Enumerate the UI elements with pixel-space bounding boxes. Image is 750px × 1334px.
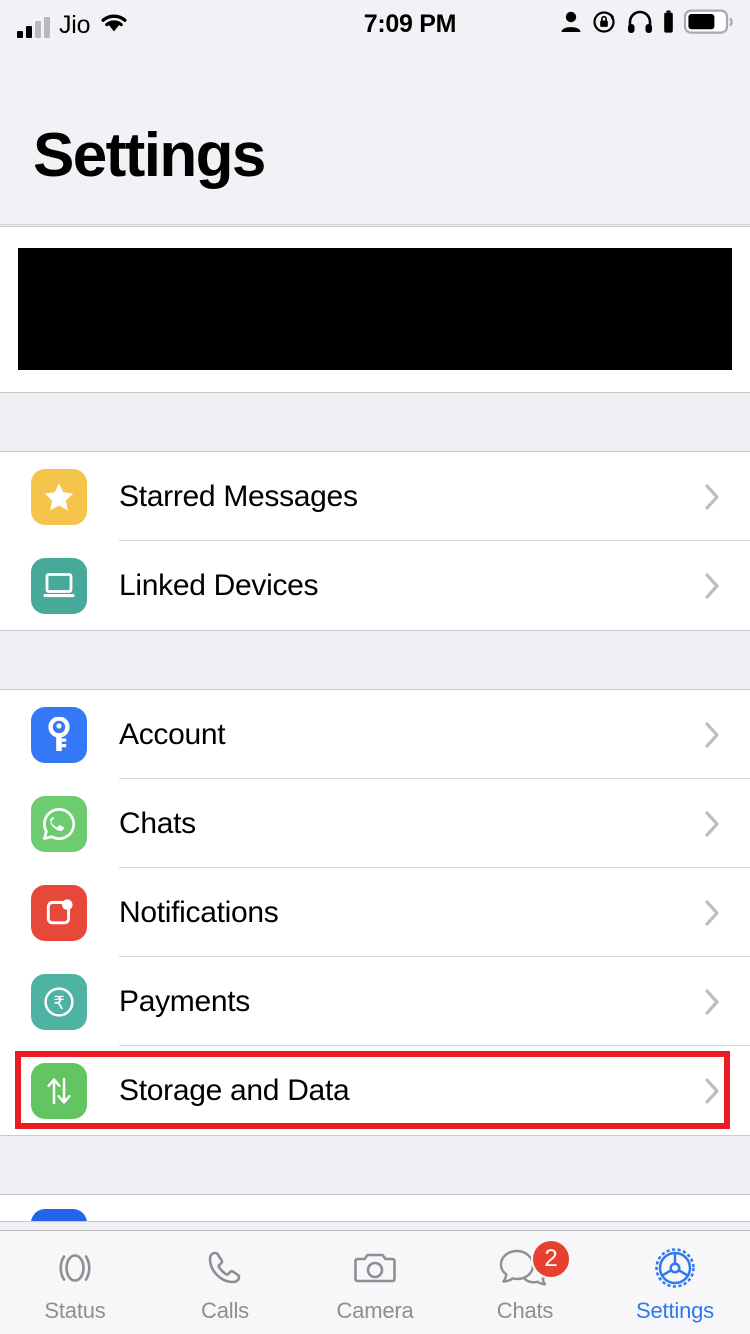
row-label: Storage and Data — [119, 1073, 350, 1107]
star-icon — [31, 468, 87, 525]
settings-row-account[interactable]: Account — [0, 690, 750, 779]
settings-row-partial[interactable] — [0, 1195, 750, 1221]
profile-row[interactable] — [0, 227, 750, 392]
row-label: Chats — [119, 806, 196, 840]
signal-bars-icon — [17, 16, 50, 38]
chats-unread-badge: 2 — [531, 1239, 571, 1279]
chat-bubbles-icon: 2 — [497, 1239, 571, 1293]
account-settings-group: Account Chats Notifications ₹ Payments S… — [0, 689, 750, 1136]
settings-list: Starred Messages Linked Devices Account … — [0, 226, 750, 1230]
row-label: Payments — [119, 984, 250, 1018]
group-gap — [0, 1136, 750, 1194]
tab-bar: Status Calls Camera 2 Chats Settings — [0, 1230, 750, 1334]
settings-row-linked-devices[interactable]: Linked Devices — [0, 541, 750, 630]
tab-label: Settings — [636, 1298, 714, 1323]
settings-row-chats[interactable]: Chats — [0, 779, 750, 868]
status-bar: Jio 7:09 PM — [0, 0, 750, 48]
tab-label: Status — [44, 1298, 106, 1323]
settings-row-notifications[interactable]: Notifications — [0, 868, 750, 957]
navigation-bar: Settings — [0, 48, 750, 225]
clock-label: 7:09 PM — [363, 9, 457, 38]
svg-text:₹: ₹ — [53, 993, 64, 1013]
tab-label: Chats — [496, 1298, 554, 1323]
settings-row-payments[interactable]: ₹ Payments — [0, 957, 750, 1046]
tab-label: Camera — [336, 1298, 414, 1323]
rotation-lock-icon — [592, 9, 617, 39]
tab-label: Calls — [201, 1298, 249, 1323]
group-gap — [0, 393, 750, 451]
page-title: Settings — [33, 121, 266, 190]
partial-row-icon — [31, 1209, 87, 1221]
notification-bell-icon — [31, 884, 87, 941]
chevron-right-icon — [705, 810, 719, 837]
row-label: Notifications — [119, 895, 279, 929]
next-group-partial — [0, 1194, 750, 1222]
settings-row-starred-messages[interactable]: Starred Messages — [0, 452, 750, 541]
tab-chats[interactable]: 2 Chats — [450, 1231, 600, 1324]
wifi-icon — [99, 11, 129, 38]
starred-linked-group: Starred Messages Linked Devices — [0, 451, 750, 631]
gear-icon — [650, 1243, 700, 1293]
chevron-right-icon — [705, 899, 719, 926]
profile-group — [0, 226, 750, 393]
whatsapp-icon — [31, 795, 87, 852]
person-icon — [560, 10, 582, 39]
carrier-label: Jio — [59, 10, 91, 39]
phone-icon — [201, 1243, 249, 1293]
status-rings-icon — [51, 1243, 99, 1293]
storage-arrows-icon — [31, 1062, 87, 1119]
status-bar-right — [560, 9, 750, 40]
key-icon — [31, 706, 87, 763]
redacted-profile-block — [18, 248, 732, 370]
chevron-right-icon — [705, 988, 719, 1015]
chevron-right-icon — [705, 572, 719, 599]
status-bar-left: Jio — [0, 11, 260, 38]
chevron-right-icon — [705, 721, 719, 748]
group-gap — [0, 631, 750, 689]
row-label: Account — [119, 717, 226, 751]
row-label: Starred Messages — [119, 479, 358, 513]
headphones-icon — [627, 10, 653, 39]
battery-icon — [683, 9, 734, 40]
row-label: Linked Devices — [119, 568, 319, 602]
tab-settings[interactable]: Settings — [600, 1231, 750, 1324]
headphone-battery-icon — [663, 10, 674, 39]
status-bar-center: 7:09 PM — [260, 10, 560, 39]
camera-icon — [351, 1243, 399, 1293]
settings-row-storage-and-data[interactable]: Storage and Data — [0, 1046, 750, 1135]
chevron-right-icon — [705, 1077, 719, 1104]
chevron-right-icon — [705, 483, 719, 510]
tab-calls[interactable]: Calls — [150, 1231, 300, 1324]
tab-camera[interactable]: Camera — [300, 1231, 450, 1324]
laptop-icon — [31, 557, 87, 614]
tab-status[interactable]: Status — [0, 1231, 150, 1324]
rupee-icon: ₹ — [31, 973, 87, 1030]
